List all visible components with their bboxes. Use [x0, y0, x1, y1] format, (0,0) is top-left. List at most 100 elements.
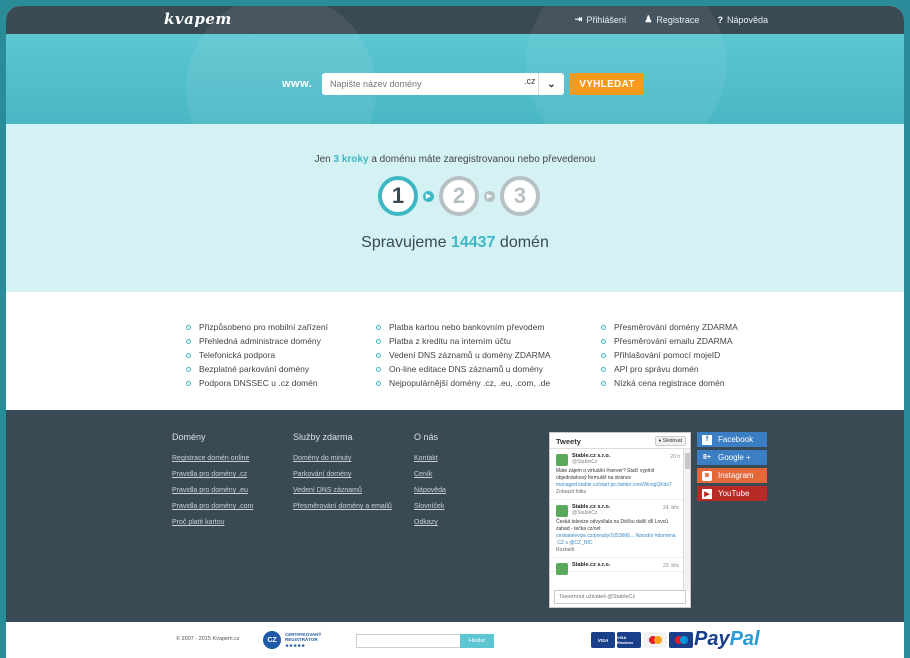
tweet-handle: @StableCz — [572, 459, 598, 465]
step-indicators: 1 ▶ 2 ▶ 3 — [378, 176, 540, 216]
footer-link[interactable]: Nápověda — [414, 486, 446, 495]
tld-value: .cz — [524, 76, 536, 86]
feature-text: Přehledná administrace domény — [199, 336, 321, 346]
twitter-follow-button[interactable]: ♦ Sledovat — [654, 436, 686, 446]
bullet-icon — [186, 324, 191, 330]
feature-item: Bezplatné parkování domény — [186, 362, 328, 376]
bullet-icon — [186, 380, 191, 386]
visa-logo: VISA — [591, 632, 615, 648]
feature-text: Přesměrování domény ZDARMA — [614, 322, 738, 332]
www-prefix: www. — [282, 78, 313, 90]
search-button[interactable]: VYHLEDAT — [570, 73, 644, 95]
scrollbar-thumb[interactable] — [685, 453, 690, 469]
cz-badge-line: REGISTRÁTOR — [285, 637, 318, 643]
instagram-button[interactable]: ◙ Instagram — [697, 468, 767, 483]
feature-item: Podpora DNSSEC u .cz domén — [186, 376, 328, 390]
steps-title: Jen 3 kroky a doménu máte zaregistrovano… — [6, 154, 904, 165]
avatar — [556, 505, 568, 517]
step-3: 3 — [500, 176, 540, 216]
tweet-extra[interactable]: Zobrazit fotku — [556, 489, 680, 496]
footer-input[interactable] — [356, 634, 462, 648]
footer-link[interactable]: Kontakt — [414, 454, 446, 463]
footer-menu-about: O nás Kontakt Ceník Nápověda Slovníček O… — [414, 432, 446, 534]
feature-text: Přesměrování emailu ZDARMA — [614, 336, 733, 346]
footer-link[interactable]: Parkování domény — [293, 470, 393, 479]
star-rating-icon: ★★★★★ — [285, 642, 306, 648]
manage-post: domén — [495, 234, 549, 251]
managed-domains-count: Spravujeme 14437 domén — [6, 234, 904, 252]
footer-link[interactable]: Odkazy — [414, 518, 446, 527]
footer-link[interactable]: Pravidla pro domény .cz — [172, 470, 253, 479]
feature-text: Telefonická podpora — [199, 350, 276, 360]
steps-title-highlight: 3 kroky — [333, 154, 369, 165]
facebook-icon: f — [702, 434, 712, 445]
step-2: 2 — [439, 176, 479, 216]
feature-item: Přihlašování pomocí mojeID — [601, 348, 738, 362]
help-icon: ? — [717, 14, 723, 25]
footer-menu-title: Služby zdarma — [293, 432, 353, 442]
footer-link[interactable]: Proč platit kartou — [172, 518, 253, 527]
feature-item: On-line editace DNS záznamů u domény — [376, 362, 551, 376]
google-plus-button[interactable]: 8+ Google + — [697, 450, 767, 465]
tweet[interactable]: Stable.cz s.r.o. @StableCz 24. bře. Česk… — [550, 500, 684, 558]
page-frame: kvapem ⇥ Přihlášení ♟ Registrace ? Nápověda… — [6, 6, 904, 658]
features-column-1: Přizpůsobeno pro mobilní zařízení Přehle… — [186, 320, 328, 390]
social-label: Google + — [718, 453, 751, 462]
twitter-scrollbar[interactable] — [683, 449, 690, 591]
footer-link[interactable]: Slovníček — [414, 502, 446, 511]
feature-item: API pro správu domén — [601, 362, 738, 376]
bullet-icon — [601, 352, 606, 358]
google-plus-icon: 8+ — [703, 454, 711, 461]
bullet-icon — [376, 380, 381, 386]
footer-link[interactable]: Ceník — [414, 470, 446, 479]
tweet-extra[interactable]: Rozbalit — [556, 547, 680, 554]
tweet[interactable]: Stable.cz s.r.o. 23. bře. — [550, 558, 684, 575]
cz-registrar-badge: CZ CERTIFIKOVANÝ REGISTRÁTOR ★★★★★ — [263, 631, 321, 649]
feature-item: Platba kartou nebo bankovním převodem — [376, 320, 551, 334]
tweet-time: 23. bře. — [663, 563, 680, 569]
steps-section: Jen 3 kroky a doménu máte zaregistrovano… — [6, 124, 904, 292]
feature-item: Přehledná administrace domény — [186, 334, 328, 348]
twitter-widget: Tweety ♦ Sledovat Stable.cz s.r.o. @Stab… — [549, 432, 691, 608]
tweet[interactable]: Stable.cz s.r.o. @StableCz 20 h Máte záj… — [550, 449, 684, 500]
tweet-input[interactable] — [554, 590, 686, 604]
feature-text: On-line editace DNS záznamů u domény — [389, 364, 544, 374]
features-section: Přizpůsobeno pro mobilní zařízení Přehle… — [6, 292, 904, 410]
help-link[interactable]: ? Nápověda — [717, 14, 768, 25]
footer-link[interactable]: Vedení DNS záznamů — [293, 486, 393, 495]
tweet-time: 24. bře. — [663, 505, 680, 511]
tweet-time: 20 h — [670, 454, 680, 460]
footer-link[interactable]: Registrace domén online — [172, 454, 253, 463]
feature-text: Platba kartou nebo bankovním převodem — [389, 322, 545, 332]
social-label: YouTube — [718, 489, 750, 498]
paypal-logo-part: Pal — [729, 628, 760, 650]
feature-item: Přesměrování domény ZDARMA — [601, 320, 738, 334]
domain-search-input[interactable] — [322, 73, 546, 95]
bullet-icon — [186, 366, 191, 372]
footer-link[interactable]: Pravidla pro domény .com — [172, 502, 253, 511]
tweet-link[interactable]: managed.stable.cz/start pic.twitter.com/… — [556, 482, 680, 489]
features-column-3: Přesměrování domény ZDARMA Přesměrování … — [601, 320, 738, 390]
footer-link[interactable]: Domény do minuty — [293, 454, 393, 463]
feature-item: Přesměrování emailu ZDARMA — [601, 334, 738, 348]
bullet-icon — [376, 366, 381, 372]
footer-submit-button[interactable]: Hledat — [460, 634, 494, 648]
tweet-text: Máte zájem o virtuální #server? Stačí vy… — [556, 468, 655, 481]
feature-text: Bezplatné parkování domény — [199, 364, 310, 374]
steps-title-post: a doménu máte zaregistrovanou nebo převe… — [368, 154, 596, 165]
cz-logo: CZ — [263, 631, 281, 649]
twitter-title: Tweety — [556, 437, 581, 446]
feature-text: Nízká cena registrace domén — [614, 378, 725, 388]
top-bar: kvapem ⇥ Přihlášení ♟ Registrace ? Nápověda — [6, 6, 904, 34]
bullet-icon — [186, 352, 191, 358]
tld-dropdown[interactable]: ⌄ — [538, 73, 564, 95]
copyright: © 2007 - 2015 Kvapem.cz — [176, 636, 240, 642]
footer-link[interactable]: Pravidla pro domény .eu — [172, 486, 253, 495]
youtube-button[interactable]: ▶ YouTube — [697, 486, 767, 501]
payment-cards: VISA VISA Electron — [591, 632, 693, 648]
social-links: f Facebook 8+ Google + ◙ Instagram ▶ YouTube — [697, 432, 767, 504]
facebook-button[interactable]: f Facebook — [697, 432, 767, 447]
footer-link[interactable]: Přesměrování domény a emailů — [293, 502, 393, 511]
footer-menu-title: Domény — [172, 432, 206, 442]
tweet-link[interactable]: ceskatelevize.cz/porady/1053606... Národ… — [556, 533, 680, 547]
